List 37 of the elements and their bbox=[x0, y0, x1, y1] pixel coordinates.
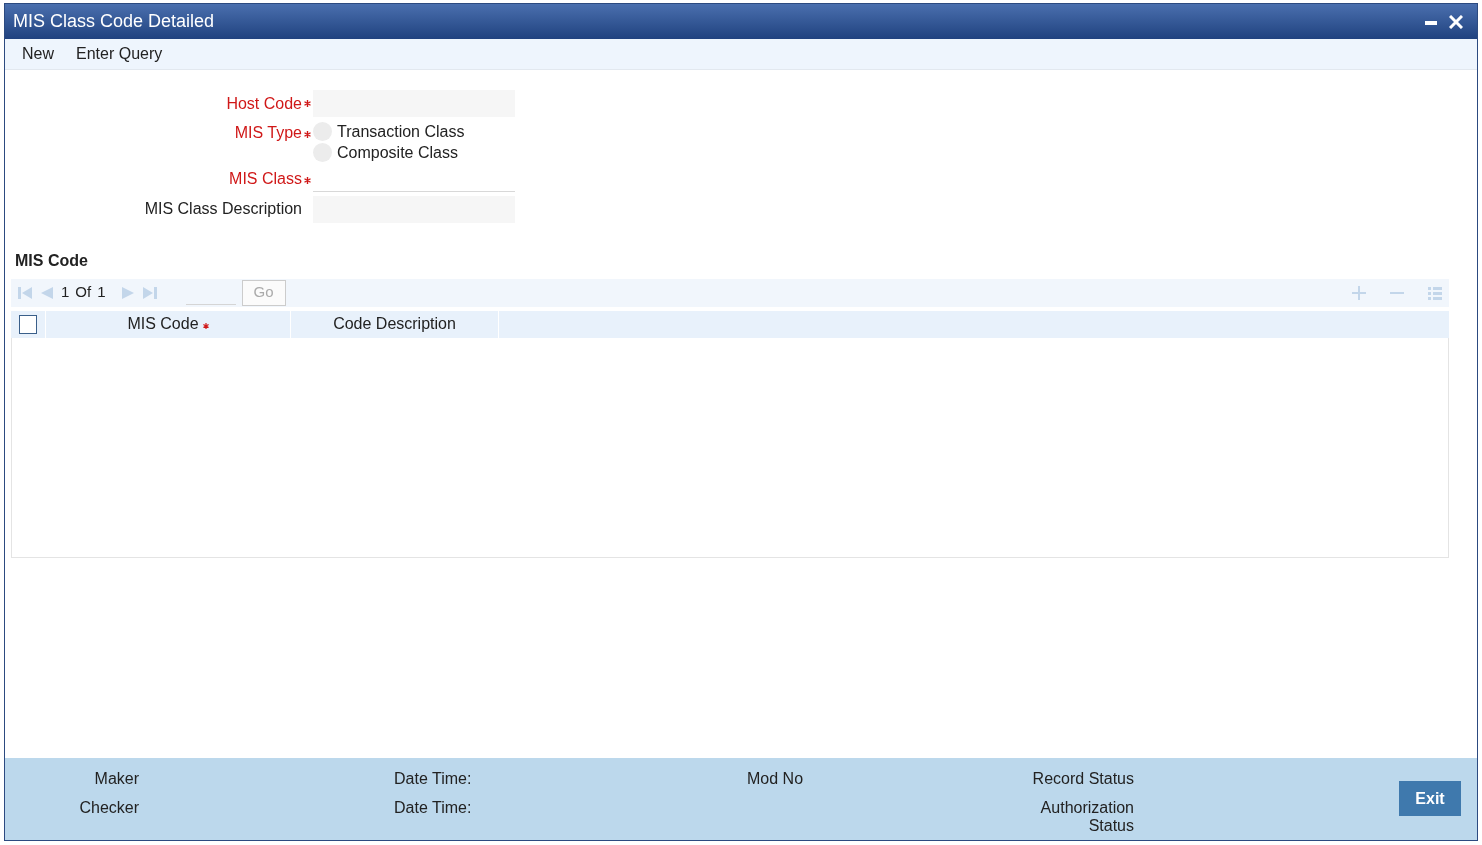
column-label: Code Description bbox=[333, 314, 456, 334]
page-total: 1 bbox=[97, 282, 106, 303]
field-label: Date Time: bbox=[394, 799, 473, 817]
column-label: MIS Code bbox=[127, 314, 199, 334]
last-page-icon[interactable] bbox=[141, 284, 158, 301]
first-page-icon[interactable] bbox=[17, 284, 33, 301]
field-label: Checker bbox=[78, 799, 139, 817]
field-label: Authorization Status bbox=[1039, 799, 1134, 835]
required-icon bbox=[304, 100, 311, 107]
column-header[interactable]: MIS Code bbox=[46, 310, 291, 338]
page-of-label: Of bbox=[75, 282, 92, 303]
radio-label: Composite Class bbox=[337, 142, 458, 163]
toolbar-button[interactable]: Enter Query bbox=[65, 39, 174, 69]
required-icon bbox=[304, 131, 311, 138]
previous-page-icon[interactable] bbox=[39, 284, 55, 301]
column-header[interactable]: Code Description bbox=[291, 310, 499, 338]
next-page-icon[interactable] bbox=[119, 284, 136, 301]
field-label: Record Status bbox=[1031, 770, 1134, 788]
close-icon bbox=[1449, 14, 1463, 29]
select-all-checkbox[interactable] bbox=[19, 314, 37, 334]
field-label: MIS Type bbox=[233, 123, 302, 143]
field-label: Maker bbox=[93, 770, 139, 788]
required-icon bbox=[304, 177, 311, 184]
field-label: Date Time: bbox=[394, 770, 473, 788]
field-label: MIS Class Description bbox=[143, 199, 302, 219]
add-row-icon[interactable] bbox=[1351, 284, 1367, 301]
window-title: MIS Class Code Detailed bbox=[13, 10, 216, 33]
section-title: MIS Code bbox=[15, 250, 89, 271]
list-icon[interactable] bbox=[1427, 284, 1443, 301]
exit-button[interactable]: Exit bbox=[1399, 781, 1461, 816]
field-label: MIS Class bbox=[228, 169, 302, 190]
required-icon bbox=[202, 323, 209, 329]
radio-label: Transaction Class bbox=[337, 121, 465, 142]
field-label: Host Code bbox=[225, 93, 302, 114]
field-label: Mod No bbox=[747, 770, 805, 788]
toolbar-button[interactable]: New bbox=[11, 39, 65, 69]
page-number: 1 bbox=[61, 282, 70, 303]
